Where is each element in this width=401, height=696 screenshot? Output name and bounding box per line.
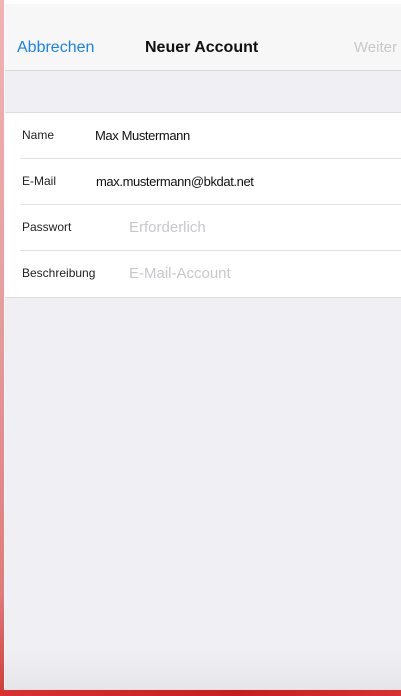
name-label: Name	[22, 128, 55, 142]
navigation-bar: Abbrechen Neuer Account Weiter	[5, 4, 401, 71]
description-label: Beschreibung	[22, 266, 96, 280]
password-field[interactable]	[129, 214, 389, 240]
page-title: Neuer Account	[145, 39, 259, 56]
description-row[interactable]: Beschreibung	[5, 251, 401, 297]
account-form: Name E-Mail Passwort Beschreibung	[5, 112, 401, 298]
email-row[interactable]: E-Mail	[5, 159, 401, 205]
email-label: E-Mail	[22, 174, 57, 188]
mail-account-screen: Abbrechen Neuer Account Weiter Name E-Ma…	[5, 4, 401, 690]
frame-edge-bottom	[0, 690, 401, 696]
name-row[interactable]: Name	[5, 113, 401, 159]
description-field[interactable]	[129, 260, 389, 286]
frame-edge-left	[0, 0, 4, 696]
bottom-shade	[5, 650, 401, 690]
name-field[interactable]	[95, 122, 385, 148]
password-label: Passwort	[22, 220, 72, 234]
next-button[interactable]: Weiter	[354, 39, 397, 56]
cancel-button[interactable]: Abbrechen	[17, 39, 94, 57]
email-field[interactable]	[96, 168, 386, 194]
device-frame: Abbrechen Neuer Account Weiter Name E-Ma…	[0, 0, 401, 696]
password-row[interactable]: Passwort	[5, 205, 401, 251]
